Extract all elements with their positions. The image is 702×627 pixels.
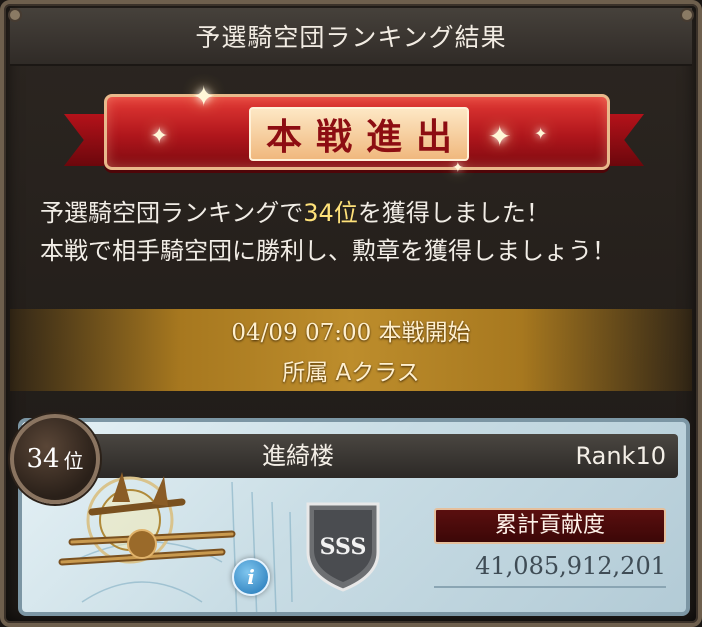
grade-text: SSS	[320, 534, 367, 560]
message-suffix: を獲得しました！	[357, 199, 550, 227]
contribution-label: 累計貢献度	[434, 508, 666, 544]
schedule-band: 04/09 07:00 本戦開始 所属 Aクラス	[10, 309, 692, 391]
sparkle-icon: ✦	[452, 160, 464, 176]
sparkle-icon: ✦	[534, 124, 548, 143]
main-battle-start: 04/09 07:00 本戦開始	[231, 320, 471, 346]
dialog-title: 予選騎空団ランキング結果	[10, 8, 692, 66]
sparkle-icon: ✦	[488, 120, 512, 153]
corner-rivet	[10, 10, 20, 20]
message-line-1: 予選騎空団ランキングで34位を獲得しました！	[40, 194, 680, 232]
corner-rivet	[682, 10, 692, 20]
message-prefix: 予選騎空団ランキングで	[40, 199, 304, 227]
crew-card[interactable]: 進綺楼 Rank10 i SSS 累計貢献度 41,085,912,201	[18, 418, 690, 616]
sss-grade-icon: SSS	[306, 502, 380, 592]
assigned-class: 所属 Aクラス	[282, 360, 420, 386]
sparkle-icon: ✦	[192, 80, 216, 113]
rank-badge: 34 位	[10, 414, 100, 504]
crew-rank: Rank10	[575, 442, 666, 470]
rank-number: 34	[26, 444, 60, 474]
result-message: 予選騎空団ランキングで34位を獲得しました！ 本戦で相手騎空団に勝利し、勲章を獲…	[40, 194, 680, 270]
banner-text: 本戦進出	[265, 117, 466, 158]
rank-unit: 位	[63, 448, 84, 473]
sparkle-icon: ✦	[150, 124, 169, 149]
message-rank: 34位	[303, 199, 358, 227]
info-icon[interactable]: i	[232, 558, 270, 596]
contribution-value: 41,085,912,201	[434, 546, 666, 588]
message-line-2: 本戦で相手騎空団に勝利し、勲章を獲得しましょう！	[40, 237, 616, 265]
qualified-banner: 本戦進出 ✦ ✦ ✦ ✦ ✦	[64, 74, 644, 184]
ribbon-plate: 本戦進出	[249, 107, 469, 161]
